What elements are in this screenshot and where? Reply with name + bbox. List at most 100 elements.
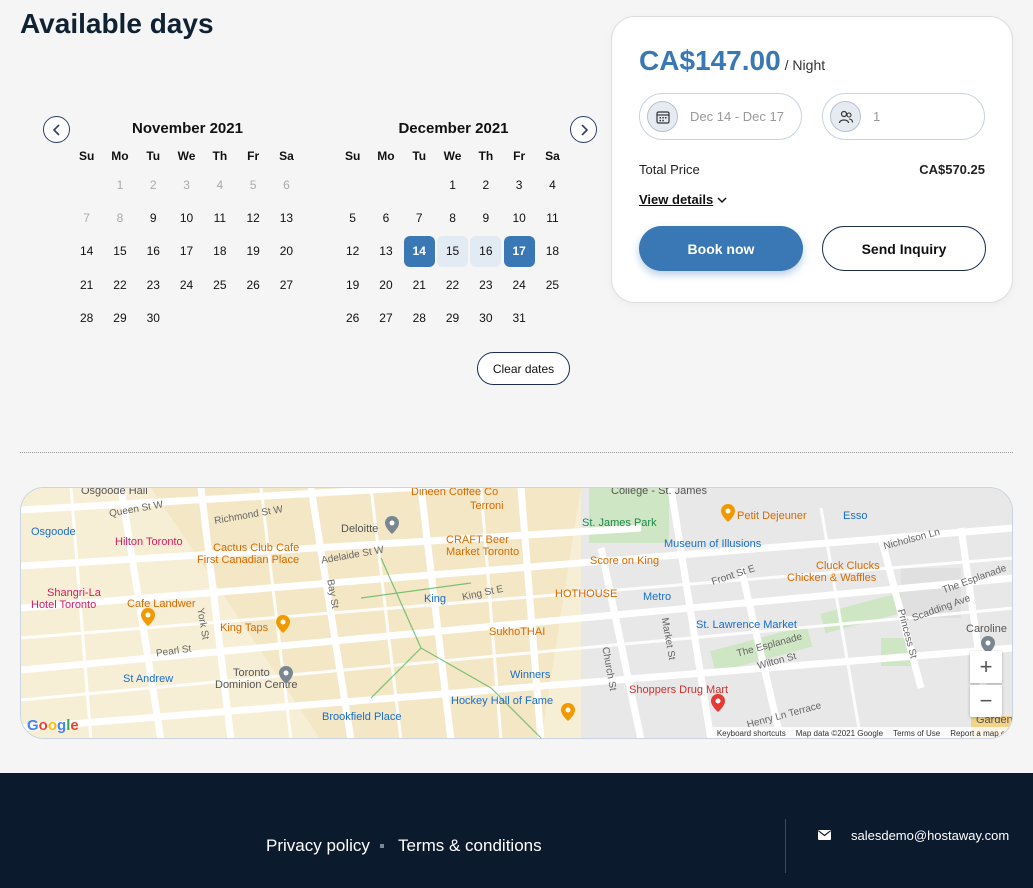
location-map[interactable]: Osgoode Hall Queen St W Osgoode Richmond…: [20, 487, 1013, 739]
calendar-day[interactable]: 23: [137, 268, 170, 301]
calendar-day[interactable]: 27: [369, 301, 402, 334]
map-zoom-in-button[interactable]: +: [970, 651, 1002, 683]
calendar-day[interactable]: 14: [70, 235, 103, 268]
calendar-day[interactable]: 19: [336, 268, 369, 301]
calendar-day[interactable]: 11: [203, 201, 236, 234]
calendar-day[interactable]: 29: [436, 301, 469, 334]
map-zoom-out-button[interactable]: −: [970, 685, 1002, 717]
report-error-link[interactable]: Report a map er: [950, 729, 1008, 738]
calendar-day: 1: [116, 177, 124, 192]
map-pin-icon: [279, 666, 293, 684]
calendar-day: 2: [149, 177, 157, 192]
google-logo: Google: [27, 717, 79, 734]
map-data-text: Map data ©2021 Google: [795, 729, 884, 738]
send-inquiry-button[interactable]: Send Inquiry: [822, 226, 986, 271]
calendar-day[interactable]: 8: [436, 201, 469, 234]
calendar-day: 8: [116, 210, 124, 225]
weekday-label: Su: [78, 149, 95, 163]
privacy-policy-link[interactable]: Privacy policy: [266, 836, 370, 856]
calendar-next-button[interactable]: [570, 116, 597, 143]
calendar-day[interactable]: 12: [236, 201, 269, 234]
calendar-day[interactable]: 24: [502, 268, 535, 301]
days-grid: 1 2 3 4 5 6 7 8 9 10 11 12 13 14 15 16 17 18 19 20 21 22 23 24 2…: [70, 168, 305, 334]
map-label: Osgoode Hall: [81, 487, 148, 497]
calendar-day[interactable]: 15: [436, 235, 469, 268]
calendar-day[interactable]: 22: [103, 268, 136, 301]
contact-email-link[interactable]: salesdemo@hostaway.com: [851, 828, 1009, 843]
calendar-day[interactable]: 13: [369, 235, 402, 268]
calendar-day[interactable]: 2: [469, 168, 502, 201]
calendar-day[interactable]: 25: [536, 268, 569, 301]
weekday-label: Tu: [412, 149, 427, 163]
map-label: Hockey Hall of Fame: [451, 695, 554, 707]
calendar-day[interactable]: 3: [502, 168, 535, 201]
calendar-day[interactable]: 14: [403, 235, 436, 268]
calendar-day[interactable]: 17: [170, 235, 203, 268]
terms-of-use-link[interactable]: Terms of Use: [893, 729, 940, 738]
weekday-label: Mo: [377, 149, 395, 163]
map-label: Score on King: [590, 555, 660, 567]
calendar-day[interactable]: 13: [270, 201, 303, 234]
calendar-day[interactable]: 16: [137, 235, 170, 268]
calendar-day[interactable]: 16: [469, 235, 502, 268]
calendar-day[interactable]: 26: [336, 301, 369, 334]
guests-field[interactable]: 1: [822, 93, 985, 140]
calendar-day[interactable]: 26: [236, 268, 269, 301]
weekday-header: Su Mo Tu We Th Fr Sa: [336, 149, 571, 163]
map-label: First Canadian Place: [197, 554, 300, 566]
calendar-day[interactable]: 5: [336, 201, 369, 234]
book-now-button[interactable]: Book now: [639, 226, 803, 271]
map-label: Metro: [643, 591, 672, 603]
calendar-day[interactable]: 23: [469, 268, 502, 301]
calendar-day: 6: [283, 177, 290, 192]
calendar-day[interactable]: 31: [502, 301, 535, 334]
calendar-day[interactable]: 29: [103, 301, 136, 334]
calendar-day[interactable]: 18: [536, 235, 569, 268]
map-attribution: Keyboard shortcuts Map data ©2021 Google…: [712, 727, 1012, 738]
calendar-day[interactable]: 9: [137, 201, 170, 234]
weekday-header: Su Mo Tu We Th Fr Sa: [70, 149, 305, 163]
calendar-day[interactable]: 6: [369, 201, 402, 234]
calendar-day[interactable]: 21: [70, 268, 103, 301]
calendar-prev-button[interactable]: [43, 116, 70, 143]
calendar-day[interactable]: 15: [103, 235, 136, 268]
calendar-day[interactable]: 20: [270, 235, 303, 268]
calendar-day[interactable]: 20: [369, 268, 402, 301]
nightly-price: CA$147.00: [639, 45, 781, 76]
calendar-month-november: November 2021 Su Mo Tu We Th Fr Sa 1 2 3 4 5 6 7 8 9 10…: [70, 120, 305, 334]
calendar-day[interactable]: 17: [502, 235, 535, 268]
calendar-day[interactable]: 18: [203, 235, 236, 268]
weekday-label: Th: [478, 149, 494, 163]
calendar-day[interactable]: 30: [469, 301, 502, 334]
keyboard-shortcuts-link[interactable]: Keyboard shortcuts: [717, 729, 786, 738]
calendar-day[interactable]: 7: [403, 201, 436, 234]
calendar-day[interactable]: 12: [336, 235, 369, 268]
calendar-day[interactable]: 10: [502, 201, 535, 234]
calendar-day[interactable]: 11: [536, 201, 569, 234]
calendar-day: 4: [216, 177, 224, 192]
clear-dates-button[interactable]: Clear dates: [477, 352, 570, 385]
map-label: College - St. James: [611, 487, 707, 497]
view-details-link[interactable]: View details: [639, 192, 727, 207]
map-pin-icon: [721, 504, 735, 522]
calendar-day[interactable]: 10: [170, 201, 203, 234]
dates-field[interactable]: Dec 14 - Dec 17: [639, 93, 802, 140]
calendar-day[interactable]: 4: [536, 168, 569, 201]
calendar-day[interactable]: 22: [436, 268, 469, 301]
map-label: St Andrew: [123, 673, 174, 685]
terms-conditions-link[interactable]: Terms & conditions: [398, 836, 542, 856]
calendar-day[interactable]: 30: [137, 301, 170, 334]
map-label: Chicken & Waffles: [787, 572, 877, 584]
calendar-day[interactable]: 19: [236, 235, 269, 268]
weekday-label: Mo: [111, 149, 129, 163]
calendar-day[interactable]: 1: [436, 168, 469, 201]
calendar-day[interactable]: 28: [403, 301, 436, 334]
calendar-day[interactable]: 25: [203, 268, 236, 301]
calendar-day[interactable]: 27: [270, 268, 303, 301]
map-label: Petit Dejeuner: [737, 510, 807, 522]
calendar-day[interactable]: 9: [469, 201, 502, 234]
calendar-day[interactable]: 21: [403, 268, 436, 301]
calendar-day[interactable]: 28: [70, 301, 103, 334]
map-label: CRAFT Beer: [446, 534, 509, 546]
calendar-day[interactable]: 24: [170, 268, 203, 301]
